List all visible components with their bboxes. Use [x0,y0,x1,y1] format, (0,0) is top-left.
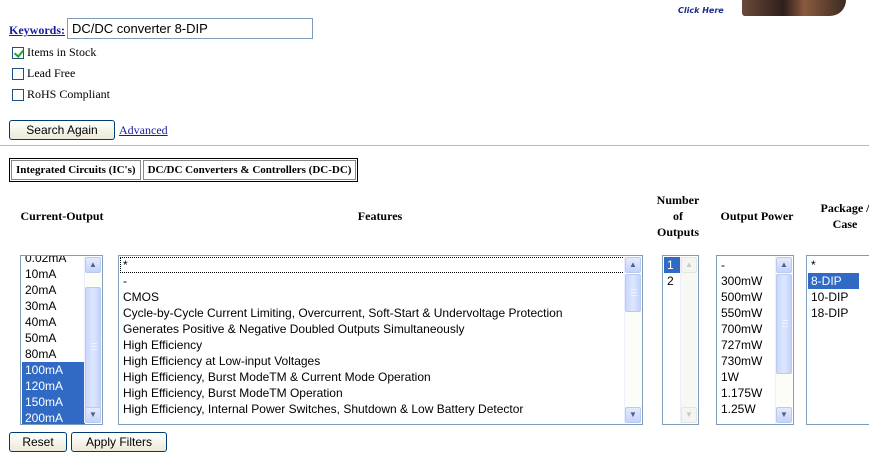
listbox-option[interactable]: 550mW [718,305,776,321]
listbox-option[interactable]: High Efficiency, Burst ModeTM Operation [120,385,625,401]
items-in-stock-label: Items in Stock [27,45,97,59]
listbox-option[interactable]: High Efficiency, Internal Power Switches… [120,401,625,417]
listbox-option[interactable]: 200mA [22,410,85,424]
scroll-down-arrow-icon[interactable]: ▼ [625,407,641,423]
scroll-thumb[interactable] [625,274,641,312]
scroll-up-arrow-icon[interactable]: ▲ [625,257,641,273]
number-of-outputs-options[interactable]: 12 [664,257,680,289]
listbox-option[interactable]: 100mA [22,362,85,378]
listbox-option[interactable]: 500mW [718,289,776,305]
current-output-header: Current-Output [20,209,104,223]
scroll-down-arrow-icon: ▼ [681,407,697,423]
listbox-option[interactable]: 30mA [22,298,85,314]
listbox-option[interactable]: 2 [664,273,680,289]
listbox-option[interactable]: 730mW [718,353,776,369]
scroll-up-arrow-icon[interactable]: ▲ [85,257,101,273]
package-case-options[interactable]: * 8-DIP 10-DIP 18-DIP [808,257,859,321]
click-here-link[interactable]: Click Here [678,6,724,15]
scroll-up-arrow-icon: ▲ [681,257,697,273]
listbox-option[interactable]: 1.175W [718,385,776,401]
scroll-up-arrow-icon[interactable]: ▲ [776,257,792,273]
package-case-listbox[interactable]: * 8-DIP 10-DIP 18-DIP [806,255,869,425]
package-case-header: Package / Case [810,200,869,232]
listbox-option[interactable]: 150mA [22,394,85,410]
scroll-down-arrow-icon[interactable]: ▼ [776,407,792,423]
listbox-option[interactable]: Generates Positive & Negative Doubled Ou… [120,321,625,337]
listbox-option[interactable]: 1.25W [718,401,776,417]
number-of-outputs-header: Number of Outputs [654,192,702,240]
current-output-options[interactable]: 0.02mA 10mA 20mA 30mA 40mA 50mA 80mA 100mA 120mA… [22,256,85,424]
lead-free-checkbox[interactable] [12,67,24,80]
promo-banner[interactable]: Click Here [678,0,848,18]
features-scrollbar[interactable]: ▲ ▼ [624,257,641,423]
number-of-outputs-header-line-3: Outputs [656,225,700,239]
breadcrumb-integrated-circuits[interactable]: Integrated Circuits (IC's) [11,160,141,180]
keywords-input[interactable]: DC/DC converter 8-DIP [67,18,313,39]
features-options[interactable]: * - CMOS Cycle-by-Cycle Current Limiting, O… [120,257,625,417]
advanced-search-link[interactable]: Advanced [119,123,168,138]
features-header: Features [357,209,403,223]
number-of-outputs-scrollbar[interactable]: ▲ ▼ [680,257,697,423]
reset-button[interactable]: Reset [9,432,67,452]
category-breadcrumb: Integrated Circuits (IC's) DC/DC Convert… [9,158,359,182]
divider [0,145,869,146]
listbox-option[interactable]: * [120,257,625,273]
listbox-option[interactable]: 10mA [22,266,85,282]
listbox-option[interactable]: 700mW [718,321,776,337]
listbox-option[interactable]: 10-DIP [808,289,859,305]
listbox-option[interactable]: 40mA [22,314,85,330]
features-listbox[interactable]: * - CMOS Cycle-by-Cycle Current Limiting, O… [118,255,643,425]
listbox-option[interactable]: 0.02mA [22,256,85,266]
number-of-outputs-header-line-1: Number [656,193,700,207]
package-case-header-line-1: Package / [820,201,869,215]
listbox-option[interactable]: 300mW [718,273,776,289]
banner-photo [742,0,846,16]
listbox-option[interactable]: 1 [664,257,680,273]
scroll-thumb[interactable] [85,287,101,409]
scroll-thumb[interactable] [776,274,792,374]
lead-free-option[interactable]: Lead Free [12,66,75,81]
listbox-option[interactable]: 50mA [22,330,85,346]
items-in-stock-checkbox[interactable] [12,46,24,59]
rohs-compliant-label: RoHS Compliant [27,87,111,101]
breadcrumb-dc-dc-converters[interactable]: DC/DC Converters & Controllers (DC-DC) [142,160,357,180]
listbox-option[interactable]: High Efficiency [120,337,625,353]
listbox-option[interactable]: * [808,257,859,273]
search-again-button[interactable]: Search Again [9,120,115,140]
listbox-option[interactable]: CMOS [120,289,625,305]
listbox-option[interactable]: 20mA [22,282,85,298]
listbox-option[interactable]: Cycle-by-Cycle Current Limiting, Overcur… [120,305,625,321]
output-power-scrollbar[interactable]: ▲ ▼ [775,257,792,423]
listbox-option[interactable]: 8-DIP [808,273,859,289]
output-power-listbox[interactable]: -300mW 500mW 550mW 700mW 727mW 730mW 1W 1.175W 1… [716,255,794,425]
output-power-header: Output Power [720,209,794,223]
number-of-outputs-listbox[interactable]: 12 ▲ ▼ [662,255,699,425]
apply-filters-button[interactable]: Apply Filters [71,432,167,452]
items-in-stock-option[interactable]: Items in Stock [12,45,96,60]
rohs-compliant-checkbox[interactable] [12,88,24,101]
scroll-down-arrow-icon[interactable]: ▼ [85,407,101,423]
lead-free-label: Lead Free [27,66,76,80]
listbox-option[interactable]: 120mA [22,378,85,394]
number-of-outputs-header-line-2: of [673,209,683,223]
listbox-option[interactable]: - [120,273,625,289]
listbox-option[interactable]: 18-DIP [808,305,859,321]
package-case-header-line-2: Case [832,217,858,231]
listbox-option[interactable]: 727mW [718,337,776,353]
current-output-listbox[interactable]: 0.02mA 10mA 20mA 30mA 40mA 50mA 80mA 100mA 120mA… [20,255,103,425]
listbox-option[interactable]: 1W [718,369,776,385]
listbox-option[interactable]: 80mA [22,346,85,362]
listbox-option[interactable]: High Efficiency, Burst ModeTM & Current … [120,369,625,385]
rohs-compliant-option[interactable]: RoHS Compliant [12,87,110,102]
current-output-scrollbar[interactable]: ▲ ▼ [84,257,101,423]
listbox-option[interactable]: High Efficiency at Low-input Voltages [120,353,625,369]
keywords-label[interactable]: Keywords: [9,23,65,38]
listbox-option[interactable]: - [718,257,776,273]
output-power-options[interactable]: -300mW 500mW 550mW 700mW 727mW 730mW 1W 1.175W 1… [718,257,776,417]
